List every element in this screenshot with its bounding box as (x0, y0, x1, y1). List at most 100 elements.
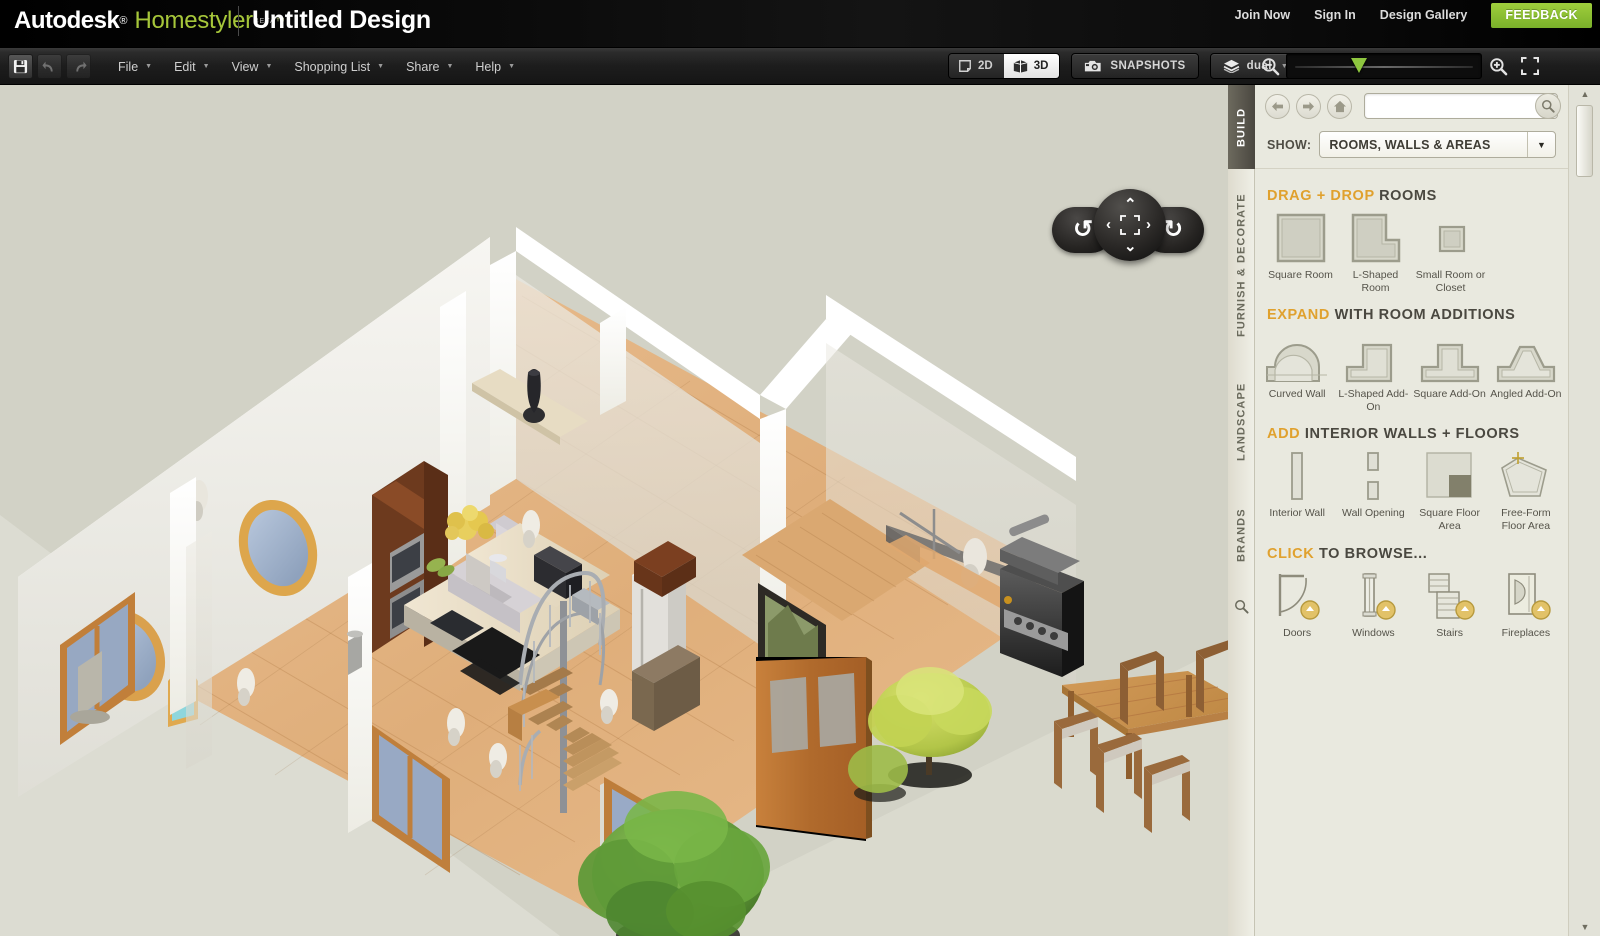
fullscreen-icon (1521, 57, 1539, 75)
item-curved-wall-label: Curved Wall (1268, 388, 1326, 401)
zoom-in-button[interactable] (1484, 53, 1512, 79)
save-button[interactable] (8, 54, 33, 79)
item-l-shaped-room-label: L-Shaped Room (1352, 269, 1399, 294)
view-navigation-widget[interactable]: ↺ ↻ ⌃ ⌄ ‹ › (1052, 189, 1204, 271)
main-toolbar: File ▼ Edit ▼ View ▼ Shopping List ▼ Sha… (0, 48, 1600, 85)
tab-landscape-label: LANDSCAPE (1235, 382, 1248, 462)
tab-build[interactable]: BUILD (1228, 85, 1255, 169)
pan-control[interactable]: ⌃ ⌄ ‹ › (1094, 189, 1166, 261)
chevron-up-icon[interactable]: ⌃ (1124, 197, 1137, 212)
panel-scrollbar[interactable]: ▲ ▼ (1568, 85, 1600, 936)
view-3d-button[interactable]: 3D (1003, 54, 1060, 78)
interior-wall-icon (1274, 448, 1320, 502)
section-title-rest: WITH ROOM ADDITIONS (1334, 307, 1516, 324)
show-filter-row: SHOW: ROOMS, WALLS & AREAS ▼ (1255, 123, 1568, 168)
panel-search-button[interactable] (1535, 93, 1561, 119)
item-angled-add-on[interactable]: Angled Add-On (1488, 329, 1564, 417)
right-side-panel: BUILD FURNISH & DECORATE LANDSCAPE BRAND… (1228, 85, 1600, 936)
item-l-shaped-add-on-label: L-Shaped Add-On (1338, 388, 1409, 413)
panel-forward-button[interactable] (1296, 93, 1321, 119)
fullscreen-button[interactable] (1516, 53, 1544, 79)
item-curved-wall[interactable]: Curved Wall (1259, 329, 1335, 417)
item-interior-wall[interactable]: Interior Wall (1259, 448, 1335, 536)
window-icon (1346, 568, 1400, 622)
item-windows[interactable]: Windows (1335, 568, 1411, 644)
item-l-shaped-add-on[interactable]: L-Shaped Add-On (1335, 329, 1411, 417)
scrollbar-thumb[interactable] (1576, 105, 1593, 177)
chevron-down-icon: ▼ (446, 63, 454, 70)
zoom-slider[interactable] (1286, 53, 1482, 79)
zoom-slider-handle[interactable] (1351, 58, 1367, 73)
item-square-room[interactable]: Square Room (1263, 210, 1338, 298)
section-title-expand-room-additions: EXPAND WITH ROOM ADDITIONS (1255, 298, 1568, 329)
zoom-out-button[interactable] (1256, 53, 1284, 79)
item-free-form-floor-area[interactable]: Free-Form Floor Area (1488, 448, 1564, 536)
chevron-down-icon[interactable]: ⌄ (1124, 239, 1137, 254)
menu-help[interactable]: Help ▼ (467, 55, 523, 79)
item-wall-opening[interactable]: Wall Opening (1335, 448, 1411, 536)
panel-search-input[interactable] (1364, 93, 1558, 119)
arrow-left-icon (1272, 101, 1283, 111)
redo-button[interactable] (66, 54, 91, 79)
menu-shopping-list-label: Shopping List (294, 59, 371, 74)
item-square-floor-area[interactable]: Square Floor Area (1412, 448, 1488, 536)
menu-edit-label: Edit (174, 59, 196, 74)
feedback-button[interactable]: FEEDBACK (1491, 2, 1592, 28)
snapshots-button[interactable]: SNAPSHOTS (1071, 53, 1199, 79)
plan-2d-icon (959, 60, 971, 72)
item-square-add-on[interactable]: Square Add-On (1412, 329, 1488, 417)
view-toggle-group: 2D 3D SNAPSHOTS dual ▼ (948, 53, 1302, 79)
chevron-down-icon: ▼ (202, 63, 210, 70)
view-2d-button[interactable]: 2D (949, 54, 1004, 78)
scroll-down-button[interactable]: ▼ (1577, 920, 1593, 934)
scroll-up-button[interactable]: ▲ (1577, 87, 1593, 101)
show-dropdown[interactable]: ROOMS, WALLS & AREAS ▼ (1319, 131, 1556, 158)
join-now-link[interactable]: Join Now (1235, 8, 1291, 22)
reset-view-icon[interactable] (1120, 215, 1140, 235)
chevron-down-icon[interactable]: ▼ (1527, 132, 1555, 157)
section-title-drag-drop-rooms: DRAG + DROP ROOMS (1255, 179, 1568, 210)
item-stairs[interactable]: Stairs (1412, 568, 1488, 644)
tab-landscape[interactable]: LANDSCAPE (1228, 363, 1255, 481)
menu-edit[interactable]: Edit ▼ (166, 55, 217, 79)
panel-sections: DRAG + DROP ROOMS Square Room L-Shaped R… (1255, 168, 1568, 643)
curved-wall-icon (1265, 329, 1329, 383)
document-title[interactable]: Untitled Design (252, 6, 431, 35)
menu-share[interactable]: Share ▼ (398, 55, 461, 79)
section-title-rest: TO BROWSE... (1318, 545, 1428, 562)
menu-shopping-list[interactable]: Shopping List ▼ (286, 55, 392, 79)
design-canvas-3d[interactable]: ↺ ↻ ⌃ ⌄ ‹ › (0, 85, 1228, 936)
tab-furnish-decorate[interactable]: FURNISH & DECORATE (1228, 175, 1255, 355)
item-doors-label: Doors (1283, 626, 1312, 639)
zoom-in-icon (1489, 57, 1507, 75)
floorplan-3d-render (0, 85, 1228, 936)
design-gallery-link[interactable]: Design Gallery (1380, 8, 1468, 22)
panel-home-button[interactable] (1327, 93, 1352, 119)
item-fireplaces[interactable]: Fireplaces (1488, 568, 1564, 644)
zoom-controls (1256, 53, 1544, 79)
menu-view[interactable]: View ▼ (224, 55, 281, 79)
item-small-room-or-closet[interactable]: Small Room or Closet (1413, 210, 1488, 298)
layers-icon (1223, 59, 1239, 73)
show-label: SHOW: (1267, 137, 1312, 152)
item-l-shaped-room[interactable]: L-Shaped Room (1338, 210, 1413, 298)
menu-file-label: File (118, 59, 139, 74)
item-small-room-or-closet-label: Small Room or Closet (1415, 269, 1486, 294)
chevron-right-icon[interactable]: › (1146, 217, 1151, 232)
menu-file[interactable]: File ▼ (110, 55, 160, 79)
app-logo[interactable]: Autodesk ® Homestyler BETA ™ (14, 4, 285, 38)
panel-back-button[interactable] (1265, 93, 1290, 119)
homestyler-app: Autodesk ® Homestyler BETA ™ Untitled Desig… (0, 0, 1600, 936)
logo-autodesk-text: Autodesk (14, 7, 120, 34)
panel-search-wrapper (1364, 93, 1561, 119)
item-angled-add-on-label: Angled Add-On (1490, 388, 1562, 401)
panel-tab-strip: BUILD FURNISH & DECORATE LANDSCAPE BRAND… (1228, 85, 1255, 936)
item-doors[interactable]: Doors (1259, 568, 1335, 644)
chevron-down-icon: ▼ (377, 63, 385, 70)
tab-search[interactable] (1228, 587, 1255, 627)
tab-brands[interactable]: BRANDS (1228, 489, 1255, 581)
chevron-down-icon: ▼ (145, 63, 153, 70)
chevron-left-icon[interactable]: ‹ (1106, 217, 1111, 232)
undo-button[interactable] (37, 54, 62, 79)
sign-in-link[interactable]: Sign In (1314, 8, 1356, 22)
